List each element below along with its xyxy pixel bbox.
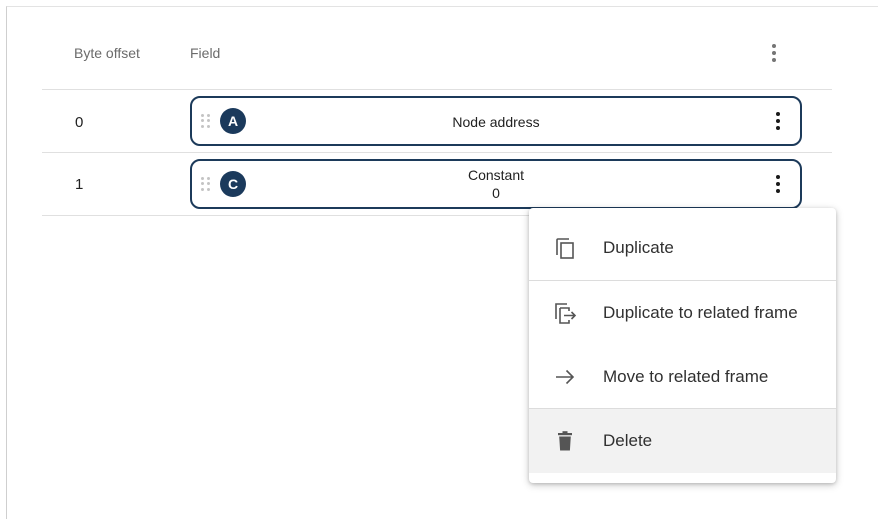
more-vert-icon — [770, 108, 786, 134]
field-value: 0 — [492, 185, 500, 201]
row-divider — [42, 152, 832, 153]
more-vert-icon — [770, 171, 786, 197]
menu-item-duplicate[interactable]: Duplicate — [529, 216, 836, 280]
row-offset: 1 — [75, 176, 84, 193]
field-label: Constant — [467, 167, 525, 183]
menu-item-label: Delete — [603, 431, 653, 450]
field-chip-constant[interactable]: C Constant 0 — [190, 159, 802, 209]
field-chip-node-address[interactable]: A Node address — [190, 96, 802, 146]
duplicate-icon — [556, 238, 574, 259]
row-offset: 0 — [75, 114, 84, 131]
duplicate-to-frame-icon — [555, 303, 577, 324]
menu-item-label: Duplicate to related frame — [603, 303, 798, 322]
trash-icon — [558, 431, 572, 451]
field-label: Node address — [452, 114, 540, 130]
menu-item-label: Move to related frame — [603, 367, 769, 386]
menu-item-label: Duplicate — [603, 238, 674, 257]
row-divider — [42, 89, 832, 90]
header-field: Field — [190, 45, 221, 61]
arrow-right-icon — [556, 369, 575, 385]
header-byte-offset: Byte offset — [74, 45, 140, 61]
context-menu: Duplicate Duplicate to related frame Mov… — [529, 208, 836, 483]
header-more-button[interactable] — [764, 40, 784, 66]
field-more-button[interactable] — [770, 108, 786, 134]
menu-item-delete[interactable]: Delete — [529, 409, 836, 473]
menu-item-move-to-related-frame[interactable]: Move to related frame — [529, 345, 836, 409]
menu-item-duplicate-to-related-frame[interactable]: Duplicate to related frame — [529, 281, 836, 345]
more-vert-icon — [764, 40, 784, 66]
field-more-button[interactable] — [770, 171, 786, 197]
